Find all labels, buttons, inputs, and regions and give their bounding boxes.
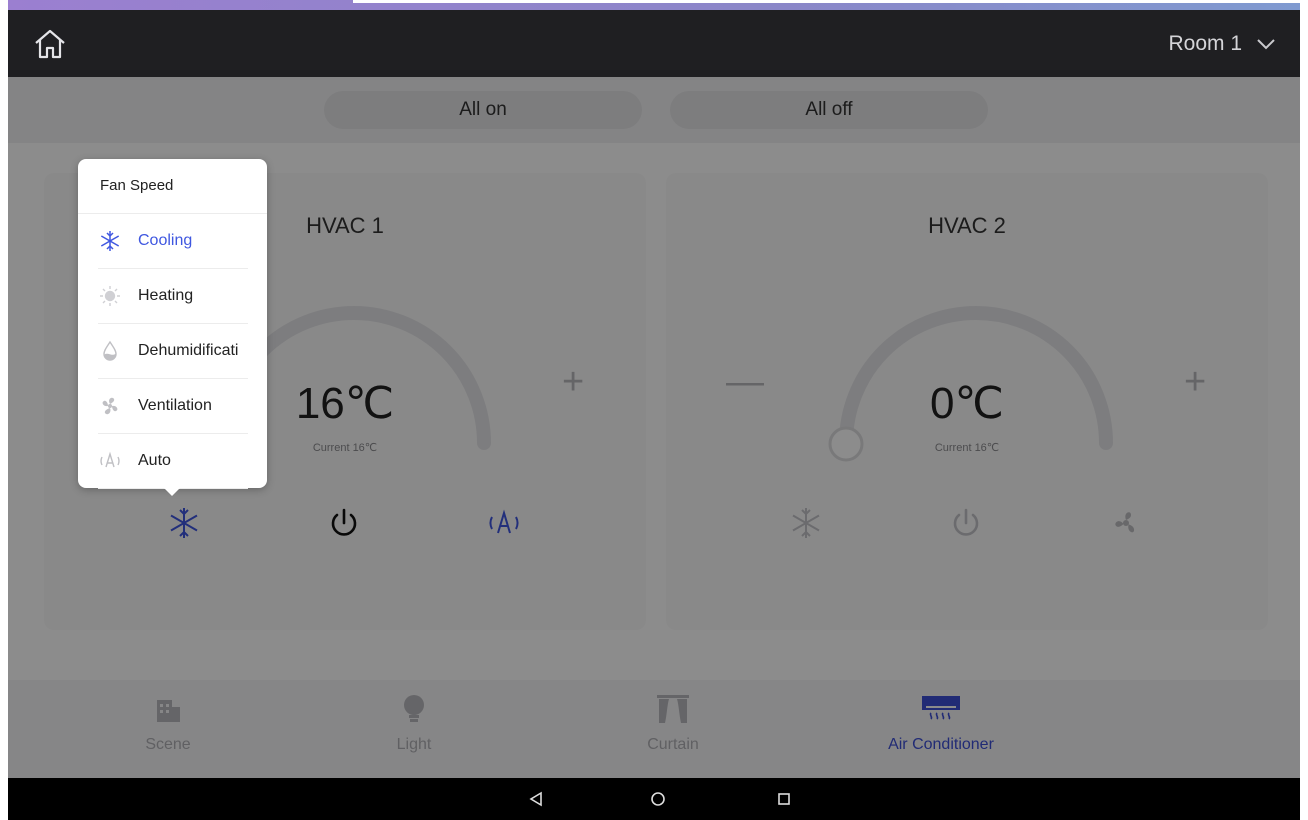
circle-icon bbox=[651, 792, 665, 806]
popup-pointer bbox=[164, 488, 180, 496]
top-bar: Room 1 bbox=[8, 10, 1300, 77]
home-icon bbox=[35, 29, 65, 59]
mode-label: Heating bbox=[138, 287, 194, 304]
mode-label: Auto bbox=[138, 452, 171, 469]
mode-option-cooling[interactable]: Cooling bbox=[98, 214, 248, 269]
auto-icon bbox=[98, 449, 122, 473]
snowflake-icon bbox=[98, 229, 122, 253]
popup-title: Fan Speed bbox=[100, 177, 174, 194]
mode-option-ventilation[interactable]: Ventilation bbox=[98, 379, 248, 434]
room-label: Room 1 bbox=[1168, 32, 1242, 55]
mode-popup: Fan Speed Cooling Heating Dehumidificati… bbox=[78, 159, 267, 496]
back-icon bbox=[529, 791, 542, 807]
chevron-down-icon bbox=[1257, 39, 1275, 50]
fan-icon bbox=[98, 394, 122, 418]
sun-icon bbox=[98, 284, 122, 308]
mode-option-dehumidification[interactable]: Dehumidification bbox=[98, 324, 248, 379]
mode-label: Dehumidification bbox=[138, 342, 238, 359]
mode-option-auto[interactable]: Auto bbox=[98, 434, 248, 489]
room-selector[interactable]: Room 1 bbox=[1168, 26, 1276, 62]
home-button[interactable] bbox=[30, 24, 70, 64]
home-system-button[interactable] bbox=[646, 787, 670, 811]
back-button[interactable] bbox=[524, 787, 548, 811]
droplet-icon bbox=[98, 339, 122, 363]
top-accent-notch bbox=[353, 0, 1300, 3]
system-navigation-bar bbox=[8, 778, 1300, 820]
app-frame: Room 1 All on All off HVAC 1 — + 16℃ Cur… bbox=[8, 0, 1300, 820]
mode-option-heating[interactable]: Heating bbox=[98, 269, 248, 324]
recents-button[interactable] bbox=[772, 787, 796, 811]
square-icon bbox=[778, 793, 790, 805]
mode-label: Cooling bbox=[138, 232, 193, 249]
mode-label: Ventilation bbox=[138, 397, 212, 414]
